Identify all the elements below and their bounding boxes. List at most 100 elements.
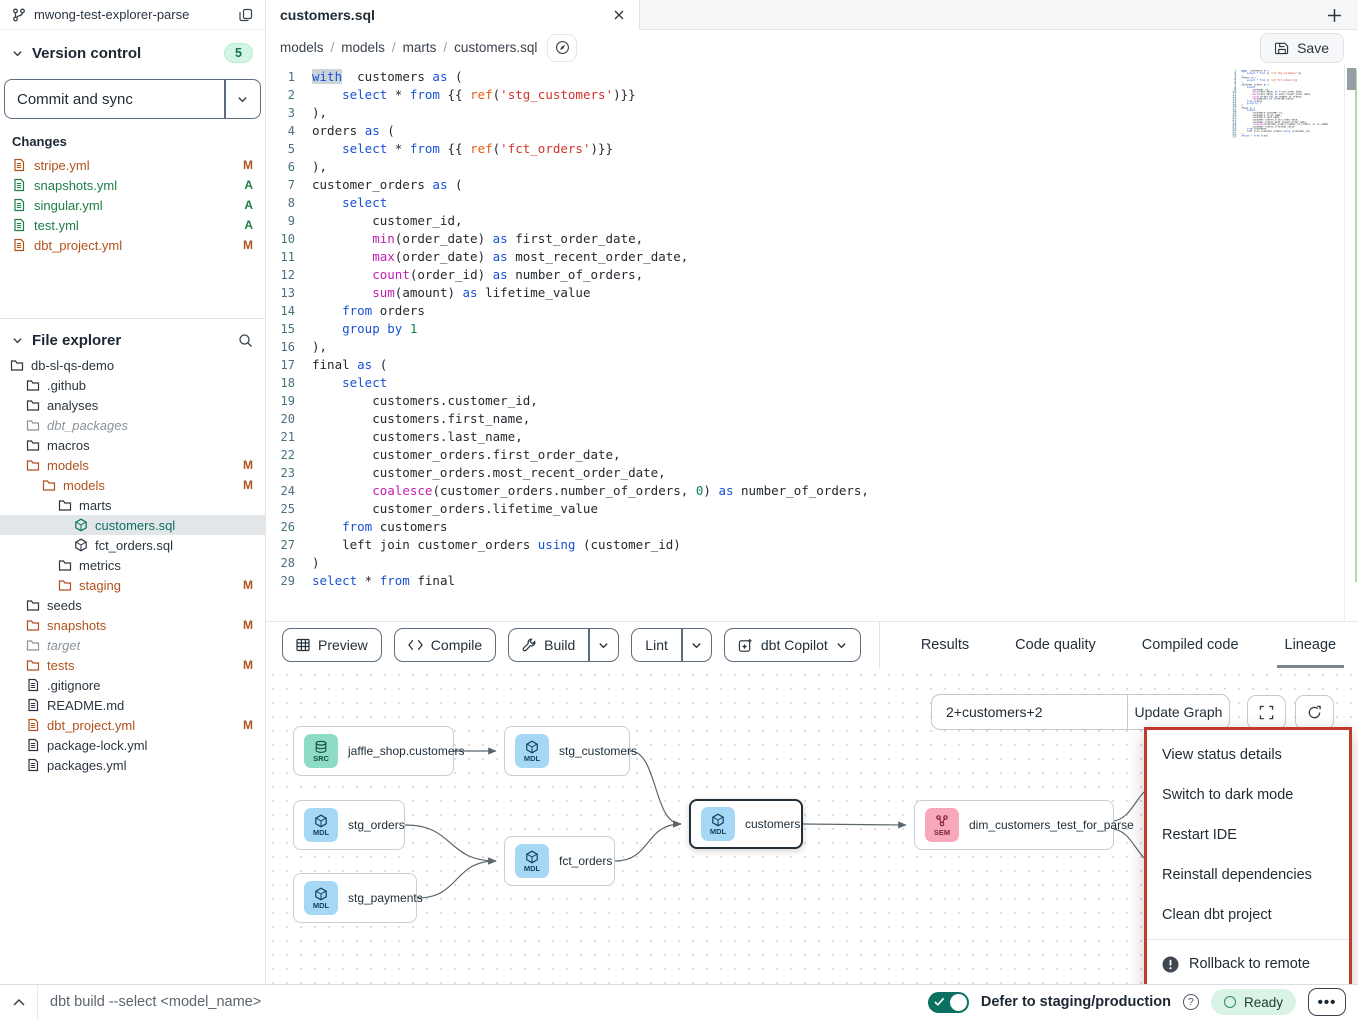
build-options-caret[interactable]: [589, 628, 619, 662]
change-status: A: [244, 218, 253, 232]
tab-results[interactable]: Results: [916, 622, 974, 668]
tree-item-customers-sql[interactable]: customers.sql: [0, 515, 265, 535]
tree-item-db-sl-qs-demo[interactable]: db-sl-qs-demo: [0, 355, 265, 375]
tree-item-label: seeds: [47, 598, 82, 613]
build-button[interactable]: Build: [508, 628, 589, 662]
scrollbar-thumb[interactable]: [1347, 68, 1356, 90]
lineage-node-stg-customers[interactable]: MDLstg_customers: [504, 726, 630, 776]
tree-item-readme-md[interactable]: README.md: [0, 695, 265, 715]
tree-item-staging[interactable]: stagingM: [0, 575, 265, 595]
menu-item-switch-to-dark-mode[interactable]: Switch to dark mode: [1147, 775, 1349, 815]
status-badge[interactable]: Ready: [1211, 989, 1296, 1015]
folder-icon: [58, 578, 72, 592]
defer-toggle[interactable]: [928, 992, 969, 1013]
code-line: 12 count(order_id) as number_of_orders,: [266, 266, 1358, 284]
lineage-selector-input[interactable]: 2+customers+2: [931, 694, 1127, 730]
tree-item-dbt-project-yml[interactable]: dbt_project.ymlM: [0, 715, 265, 735]
tree-item-package-lock-yml[interactable]: package-lock.yml: [0, 735, 265, 755]
tree-item-snapshots[interactable]: snapshotsM: [0, 615, 265, 635]
code-line: 27 left join customer_orders using (cust…: [266, 536, 1358, 554]
tree-item-tests[interactable]: testsM: [0, 655, 265, 675]
tree-item-models[interactable]: modelsM: [0, 455, 265, 475]
tab-customers-sql[interactable]: customers.sql: [266, 0, 640, 30]
tree-item--gitignore[interactable]: .gitignore: [0, 675, 265, 695]
lineage-node-stg-orders[interactable]: MDLstg_orders: [293, 800, 405, 850]
tree-item-metrics[interactable]: metrics: [0, 555, 265, 575]
tree-item-macros[interactable]: macros: [0, 435, 265, 455]
tree-item-label: marts: [79, 498, 112, 513]
tab-lineage[interactable]: Lineage: [1280, 622, 1342, 668]
editor-tab-bar: customers.sql: [266, 0, 1358, 30]
tree-item--github[interactable]: .github: [0, 375, 265, 395]
search-icon[interactable]: [238, 333, 253, 348]
change-row[interactable]: test.ymlA: [0, 215, 265, 235]
lineage-node-fct-orders[interactable]: MDLfct_orders: [504, 836, 615, 886]
lineage-panel[interactable]: SRCjaffle_shop.customers MDLstg_customers…: [266, 668, 1358, 984]
menu-item-restart-ide[interactable]: Restart IDE: [1147, 815, 1349, 855]
help-icon[interactable]: ?: [1183, 994, 1199, 1010]
lint-button[interactable]: Lint: [631, 628, 682, 662]
code-icon: [408, 639, 423, 651]
tree-item-analyses[interactable]: analyses: [0, 395, 265, 415]
tree-item-seeds[interactable]: seeds: [0, 595, 265, 615]
commit-options-caret[interactable]: [225, 79, 261, 119]
explore-lineage-button[interactable]: [547, 34, 577, 62]
tab-compiled-code[interactable]: Compiled code: [1137, 622, 1244, 668]
preview-button[interactable]: Preview: [282, 628, 382, 662]
code-line: 16),: [266, 338, 1358, 356]
menu-item-clean-dbt-project[interactable]: Clean dbt project: [1147, 895, 1349, 935]
change-row[interactable]: singular.ymlA: [0, 195, 265, 215]
model-icon: [711, 813, 725, 827]
new-tab-button[interactable]: [1322, 3, 1346, 27]
line-number: 27: [266, 536, 312, 554]
lineage-node-jaffle-shop-customers[interactable]: SRCjaffle_shop.customers: [293, 726, 454, 776]
tree-item-dbt-packages[interactable]: dbt_packages: [0, 415, 265, 435]
change-row[interactable]: dbt_project.ymlM: [0, 235, 265, 255]
command-input[interactable]: dbt build --select <model_name>: [38, 994, 928, 1010]
tree-item-marts[interactable]: marts: [0, 495, 265, 515]
save-button[interactable]: Save: [1260, 33, 1344, 63]
lineage-node-dim-customers-test-for-parse[interactable]: SEMdim_customers_test_for_parse: [914, 800, 1114, 850]
line-number: 8: [266, 194, 312, 212]
tree-item-models[interactable]: modelsM: [0, 475, 265, 495]
sparkle-icon: [738, 638, 753, 653]
file-icon: [12, 158, 26, 172]
tree-item-status: M: [243, 718, 253, 732]
dbt-copilot-button[interactable]: dbt Copilot: [724, 628, 861, 662]
commit-and-sync-button[interactable]: Commit and sync: [4, 79, 225, 119]
mdl-node-icon: MDL: [304, 808, 338, 842]
editor-scrollbar[interactable]: [1344, 65, 1358, 621]
line-number: 4: [266, 122, 312, 140]
change-row[interactable]: snapshots.ymlA: [0, 175, 265, 195]
lineage-node-stg-payments[interactable]: MDLstg_payments: [293, 873, 417, 923]
tree-item-fct-orders-sql[interactable]: fct_orders.sql: [0, 535, 265, 555]
code-editor[interactable]: 1with customers as (2 select * from {{ r…: [266, 65, 1358, 622]
menu-item-rollback-to-remote[interactable]: Rollback to remote: [1147, 944, 1349, 984]
copy-icon[interactable]: [239, 8, 253, 22]
tree-item-packages-yml[interactable]: packages.yml: [0, 755, 265, 775]
expand-command-bar-button[interactable]: [0, 985, 38, 1019]
menu-item-view-status-details[interactable]: View status details: [1147, 735, 1349, 775]
line-number: 29: [1228, 135, 1241, 137]
file-icon: [12, 218, 26, 232]
ide-options-menu: View status detailsSwitch to dark modeRe…: [1144, 727, 1352, 984]
tree-item-label: target: [47, 638, 80, 653]
branch-header: mwong-test-explorer-parse: [0, 0, 265, 30]
lint-options-caret[interactable]: [682, 628, 712, 662]
tree-item-target[interactable]: target: [0, 635, 265, 655]
breadcrumb-separator: /: [331, 40, 335, 55]
tab-code-quality[interactable]: Code quality: [1010, 622, 1101, 668]
compile-button[interactable]: Compile: [394, 628, 496, 662]
chevron-down-icon[interactable]: [12, 335, 23, 346]
fullscreen-button[interactable]: [1247, 695, 1286, 730]
refresh-button[interactable]: [1295, 695, 1334, 730]
chevron-down-icon[interactable]: [12, 48, 23, 59]
more-options-button[interactable]: •••: [1308, 988, 1346, 1016]
editor-minimap[interactable]: 1with customers as (2 select * from {{ r…: [1228, 70, 1328, 150]
update-graph-button[interactable]: Update Graph: [1127, 694, 1230, 730]
change-row[interactable]: stripe.ymlM: [0, 155, 265, 175]
menu-item-reinstall-dependencies[interactable]: Reinstall dependencies: [1147, 855, 1349, 895]
line-number: 25: [266, 500, 312, 518]
close-icon[interactable]: [613, 9, 625, 21]
lineage-node-customers[interactable]: MDLcustomers: [689, 799, 803, 849]
